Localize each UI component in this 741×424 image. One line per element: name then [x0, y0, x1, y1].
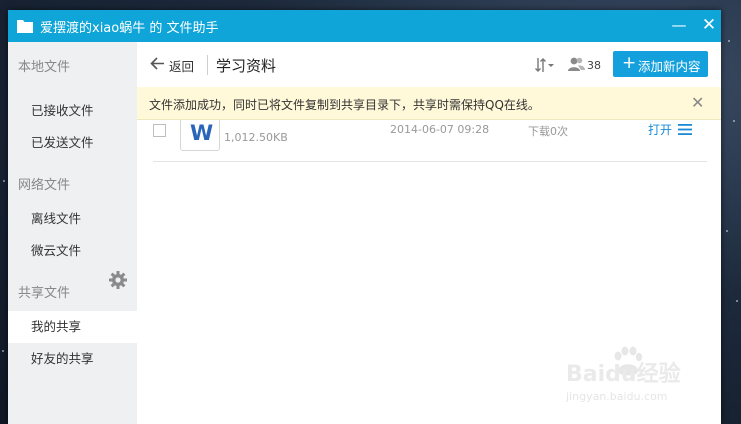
watermark-brand: Baidu经验 [566, 362, 681, 387]
folder-title: 学习资料 [216, 57, 277, 75]
sidebar-item-friends-share[interactable]: 好友的共享 [8, 343, 137, 375]
add-content-label: 添加新内容 [638, 59, 701, 74]
row-divider [153, 161, 707, 162]
sidebar: 本地文件 已接收文件 已发送文件 网络文件 离线文件 微云文件 共享文件 我的共… [8, 42, 137, 424]
sidebar-item-sent[interactable]: 已发送文件 [8, 127, 137, 159]
notice-text: 文件添加成功，同时已将文件复制到共享目录下，共享时需保持QQ在线。 [149, 98, 540, 112]
gear-icon[interactable] [109, 271, 127, 289]
add-content-button[interactable]: + 添加新内容 [613, 51, 708, 77]
section-shared-files: 共享文件 [18, 286, 71, 301]
sidebar-item-received[interactable]: 已接收文件 [8, 95, 137, 127]
watermark-url: jingyan.baidu.com [566, 390, 668, 403]
file-size: 1,012.50KB [224, 131, 288, 144]
sidebar-item-offline[interactable]: 离线文件 [8, 203, 137, 235]
file-checkbox[interactable] [153, 124, 166, 137]
close-icon[interactable]: ✕ [699, 15, 719, 35]
window-title: 爱摆渡的xiao蜗牛 的 文件助手 [40, 21, 219, 36]
member-count: 38 [587, 59, 601, 72]
minimize-icon[interactable]: — [669, 15, 689, 35]
word-doc-icon: W [180, 120, 220, 151]
open-link[interactable]: 打开 [648, 121, 672, 138]
members-icon [568, 57, 585, 71]
download-count: 下载0次 [528, 125, 568, 138]
baidu-watermark: Baidu经验 jingyan.baidu.com [566, 345, 736, 405]
titlebar: 爱摆渡的xiao蜗牛 的 文件助手 — ✕ [8, 10, 721, 42]
notice-banner: 文件添加成功，同时已将文件复制到共享目录下，共享时需保持QQ在线。 ✕ [137, 87, 721, 120]
plus-icon: + [622, 53, 637, 73]
arrow-left-icon [150, 57, 164, 70]
notice-close-icon[interactable]: ✕ [691, 93, 704, 112]
sidebar-item-my-share[interactable]: 我的共享 [8, 311, 137, 343]
toolbar-divider [207, 55, 208, 75]
section-local-files: 本地文件 [18, 60, 71, 75]
file-row[interactable]: W 1,012.50KB 2014-06-07 09:28 下载0次 打开 [137, 120, 721, 162]
sort-icon[interactable] [534, 56, 556, 74]
folder-icon [17, 20, 33, 33]
back-label: 返回 [169, 59, 195, 74]
file-date: 2014-06-07 09:28 [390, 123, 490, 136]
section-network-files: 网络文件 [18, 178, 71, 193]
menu-icon[interactable] [678, 124, 692, 135]
sidebar-item-weiyun[interactable]: 微云文件 [8, 235, 137, 267]
